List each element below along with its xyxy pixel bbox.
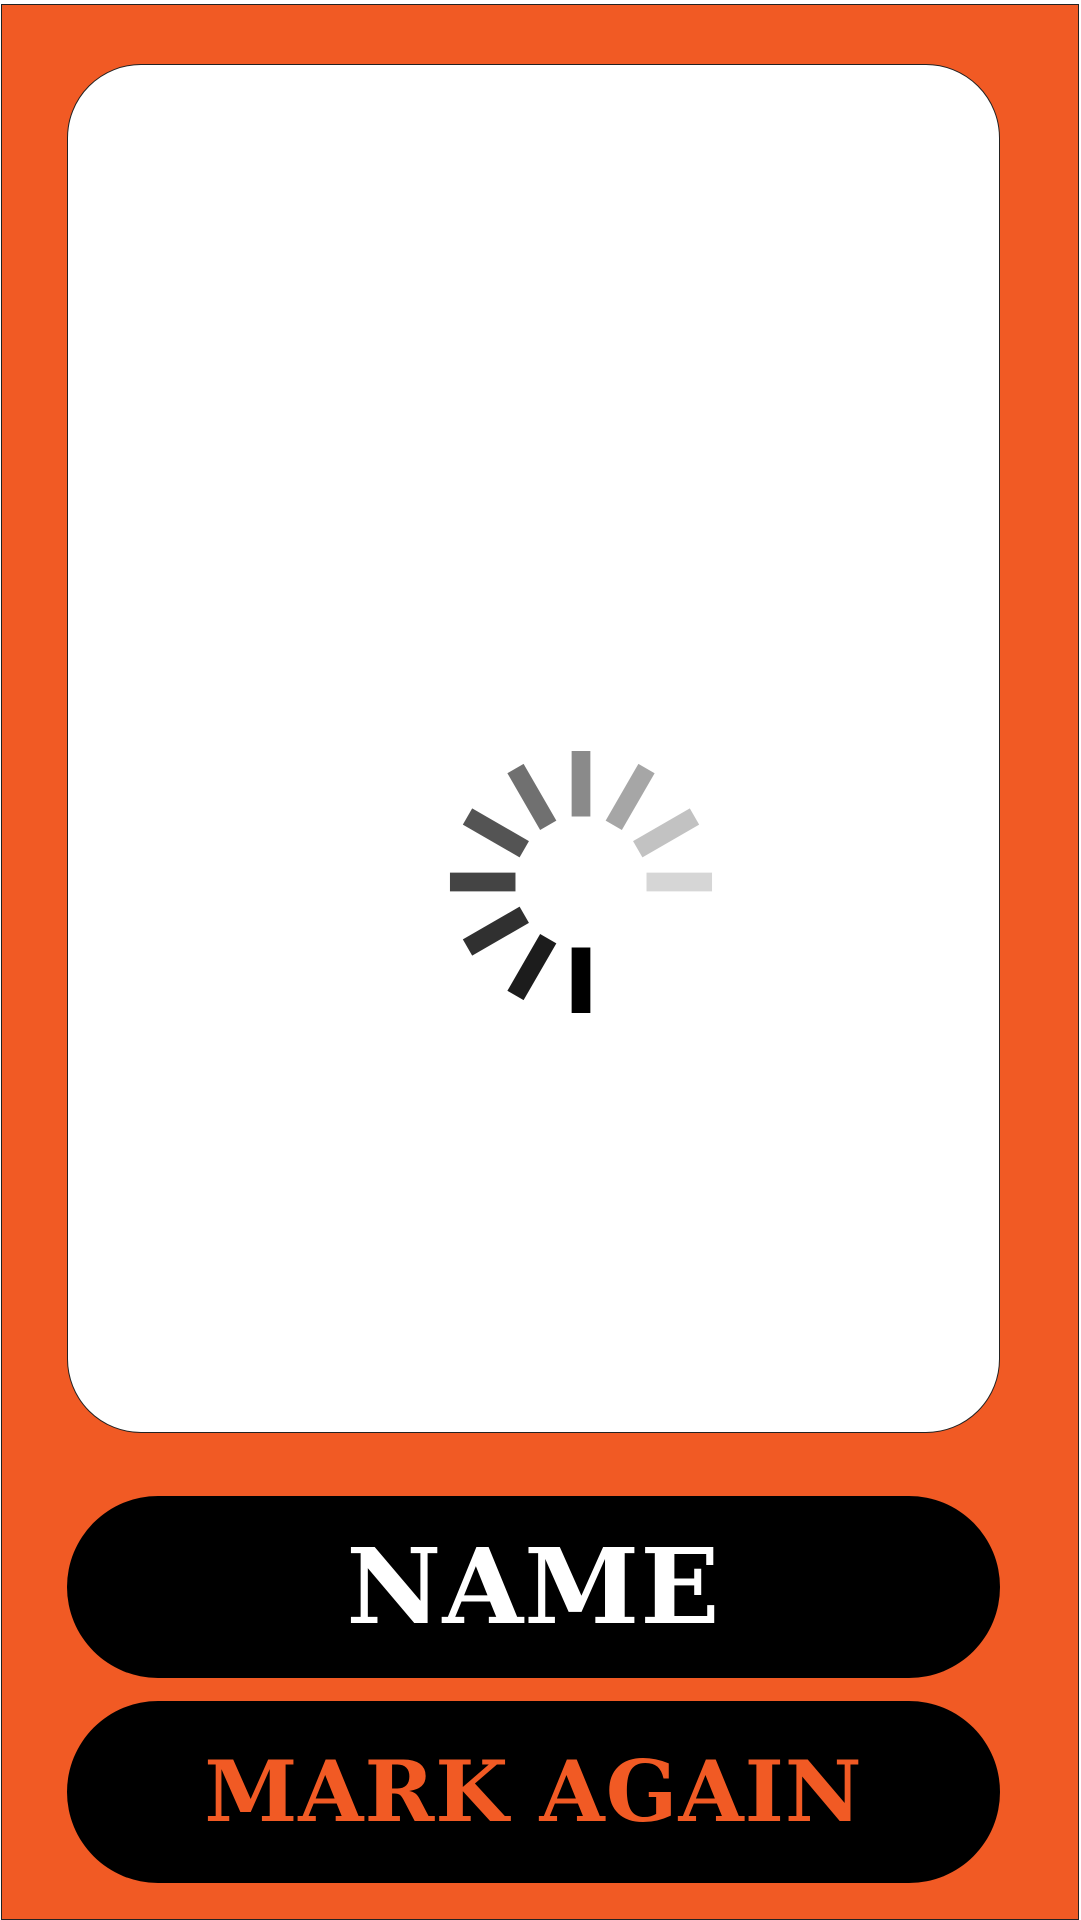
mark-again-button-label: MARK AGAIN (204, 1742, 863, 1841)
spinner-spoke (462, 906, 529, 956)
name-button[interactable]: NAME (67, 1496, 1000, 1678)
spinner-spoke (507, 934, 557, 1001)
mark-again-button[interactable]: MARK AGAIN (67, 1701, 1000, 1883)
image-card (67, 64, 1000, 1433)
spinner-spoke (605, 763, 655, 830)
name-button-label: NAME (346, 1525, 721, 1648)
spinner-spoke (462, 808, 529, 858)
loading-spinner-icon (449, 750, 713, 1014)
app-frame: NAME MARK AGAIN (1, 4, 1079, 1920)
spinner-spoke (507, 763, 557, 830)
spinner-spoke (633, 808, 700, 858)
